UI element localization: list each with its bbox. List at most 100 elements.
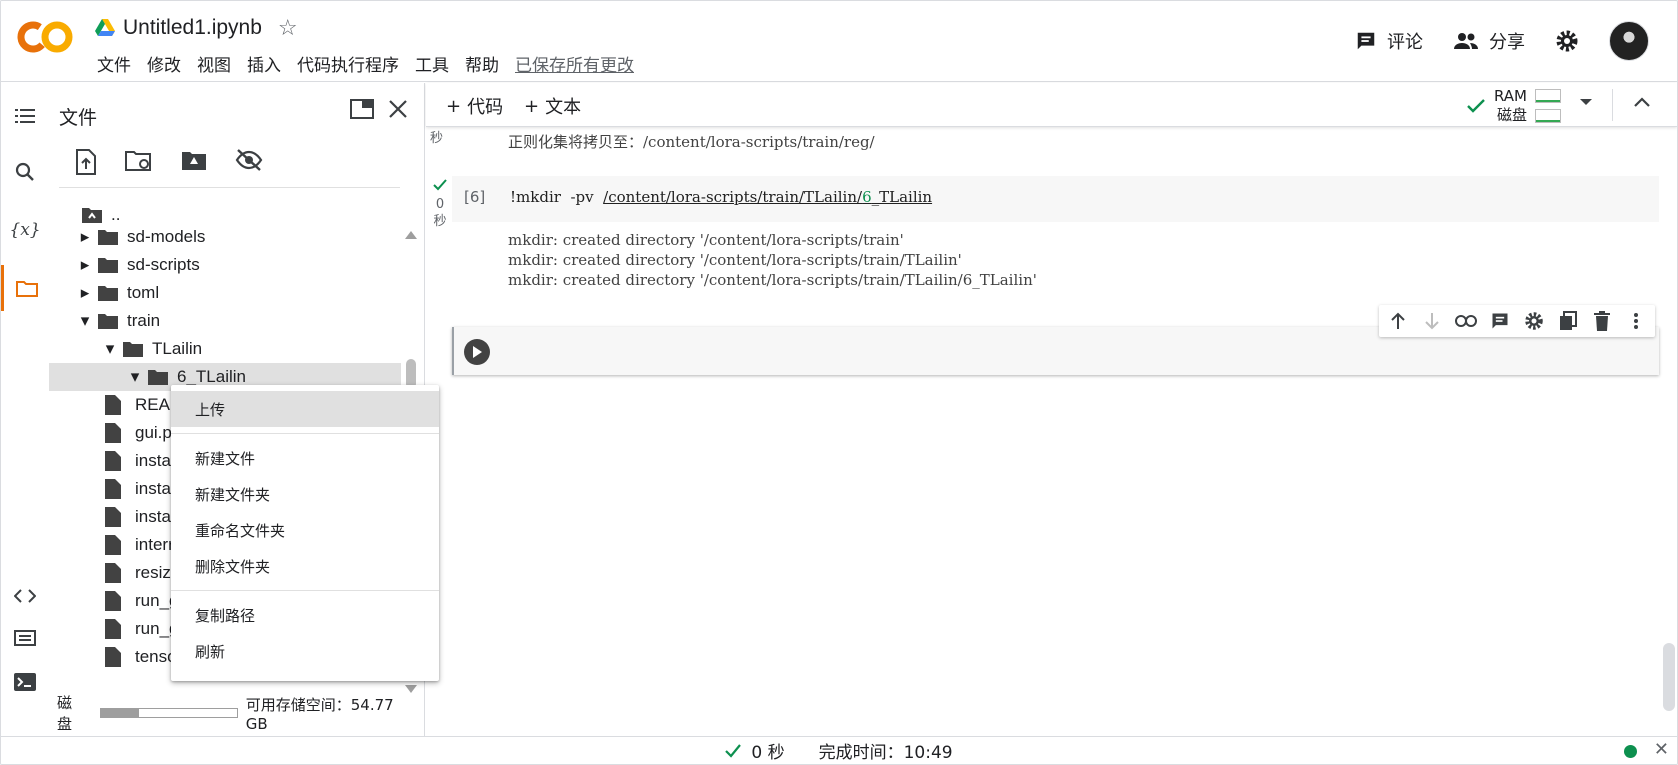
exec-time-unit: 秒 <box>433 214 447 229</box>
ram-bar <box>1535 89 1561 103</box>
exec-time: 0 <box>435 197 445 212</box>
mirror-cell-icon[interactable] <box>1553 307 1583 335</box>
tree-item-tlailin[interactable]: ▾ TLailin <box>104 335 401 363</box>
ctx-delete-folder[interactable]: 删除文件夹 <box>171 548 439 584</box>
search-button[interactable] <box>1 149 49 195</box>
user-avatar[interactable] <box>1609 21 1649 61</box>
output-line: mkdir: created directory '/content/lora-… <box>508 231 904 249</box>
keyboard-icon <box>14 630 36 646</box>
add-text-button[interactable]: + 文本 <box>524 93 581 119</box>
google-drive-icon <box>95 19 115 36</box>
refresh-folder-icon[interactable] <box>125 149 153 173</box>
gear-icon <box>1556 30 1578 52</box>
ctx-new-folder[interactable]: 新建文件夹 <box>171 476 439 512</box>
check-icon <box>433 179 447 191</box>
delete-icon[interactable] <box>1587 307 1617 335</box>
folder-icon <box>15 281 38 297</box>
tree-item-sd-scripts[interactable]: ▸ sd-scripts <box>79 251 401 279</box>
chevron-down-icon[interactable] <box>1579 97 1593 107</box>
tree-item-sd-models[interactable]: ▸ sd-models <box>79 223 401 251</box>
cell-code[interactable]: !mkdir -pv /content/lora-scripts/train/T… <box>510 188 932 206</box>
table-of-contents-button[interactable] <box>1 93 49 139</box>
status-bar: 0 秒 完成时间：10:49 ✕ <box>1 736 1677 764</box>
panel-divider <box>59 187 400 188</box>
caret-right-icon[interactable]: ▸ <box>79 283 91 303</box>
code-path-end: _TLailin <box>871 188 933 206</box>
play-icon <box>473 346 482 358</box>
save-status-link[interactable]: 已保存所有更改 <box>507 51 642 76</box>
tree-item-label: toml <box>127 283 160 302</box>
more-vert-icon[interactable] <box>1621 307 1651 335</box>
notebook-scrollbar-thumb[interactable] <box>1663 643 1675 711</box>
chevron-up-icon[interactable] <box>1633 95 1651 109</box>
upload-file-icon[interactable] <box>75 149 97 175</box>
folder-icon <box>122 339 144 359</box>
disk-resource-bar <box>1535 109 1561 123</box>
file-icon <box>105 479 127 499</box>
command-palette-button[interactable] <box>1 615 49 661</box>
tree-item-toml[interactable]: ▸ toml <box>79 279 401 307</box>
terminal-button[interactable] <box>1 659 49 705</box>
code-snippets-button[interactable] <box>1 573 49 619</box>
notebook-toolbar: + 代码 + 文本 RAM 磁盘 <box>426 83 1677 127</box>
gear-icon[interactable] <box>1519 307 1549 335</box>
status-completed: 完成时间：10:49 <box>818 743 953 763</box>
comment-button[interactable]: 评论 <box>1355 28 1423 54</box>
move-down-icon[interactable] <box>1417 307 1447 335</box>
scroll-down-arrow-icon[interactable] <box>405 685 417 693</box>
ctx-copy-path[interactable]: 复制路径 <box>171 597 439 633</box>
menu-file[interactable]: 文件 <box>89 51 139 76</box>
disk-usage: 磁盘 可用存储空间：54.77 GB <box>57 694 417 733</box>
caret-down-icon[interactable]: ▾ <box>79 311 91 331</box>
notebook-area: + 代码 + 文本 RAM 磁盘 秒 正则化集将拷贝至：/content/lor… <box>426 83 1677 738</box>
settings-button[interactable] <box>1555 29 1579 53</box>
notebook-title[interactable]: Untitled1.ipynb <box>123 16 262 40</box>
cell-toolbar <box>1379 305 1655 337</box>
ctx-upload[interactable]: 上传 <box>171 391 439 427</box>
variables-icon: {x} <box>9 220 41 240</box>
close-icon[interactable]: ✕ <box>1654 739 1669 760</box>
move-up-icon[interactable] <box>1383 307 1413 335</box>
scroll-up-arrow-icon[interactable] <box>405 231 417 239</box>
hide-files-icon[interactable] <box>235 149 263 171</box>
code-path: /content/lora-scripts/train/TLailin/6_TL… <box>603 188 932 206</box>
menu-edit[interactable]: 修改 <box>139 51 189 76</box>
menu-help[interactable]: 帮助 <box>457 51 507 76</box>
share-button[interactable]: 分享 <box>1453 28 1525 54</box>
mount-drive-icon[interactable] <box>181 149 207 171</box>
menu-runtime[interactable]: 代码执行程序 <box>289 51 407 76</box>
disk-usage-bar <box>100 708 238 718</box>
menu-insert[interactable]: 插入 <box>239 51 289 76</box>
caret-down-icon[interactable]: ▾ <box>129 367 141 387</box>
plus-icon: + <box>524 95 540 117</box>
colab-logo[interactable] <box>17 19 73 55</box>
caret-right-icon[interactable]: ▸ <box>79 255 91 275</box>
file-icon <box>105 423 127 443</box>
close-icon[interactable] <box>388 99 408 119</box>
caret-right-icon[interactable]: ▸ <box>79 227 91 247</box>
ctx-new-file[interactable]: 新建文件 <box>171 440 439 476</box>
tree-item-train[interactable]: ▾ train <box>79 307 401 335</box>
comment-icon[interactable] <box>1485 307 1515 335</box>
variables-button[interactable]: {x} <box>1 207 49 253</box>
menu-tools[interactable]: 工具 <box>407 51 457 76</box>
run-cell-button[interactable] <box>464 339 490 365</box>
file-icon <box>105 563 127 583</box>
code-cell[interactable]: [6] !mkdir -pv /content/lora-scripts/tra… <box>452 176 1659 222</box>
left-rail: {x} <box>1 83 49 738</box>
link-icon[interactable] <box>1451 307 1481 335</box>
files-button[interactable] <box>1 265 49 311</box>
people-icon <box>1454 33 1478 49</box>
file-icon <box>105 591 127 611</box>
open-in-tab-icon[interactable] <box>350 99 374 119</box>
comment-icon <box>1357 32 1375 50</box>
star-icon[interactable]: ☆ <box>278 16 298 41</box>
caret-down-icon[interactable]: ▾ <box>104 339 116 359</box>
ctx-refresh[interactable]: 刷新 <box>171 633 439 669</box>
tree-item-label: TLailin <box>152 339 203 358</box>
menu-view[interactable]: 视图 <box>189 51 239 76</box>
add-code-button[interactable]: + 代码 <box>446 93 503 119</box>
ctx-rename-folder[interactable]: 重命名文件夹 <box>171 512 439 548</box>
resource-monitor[interactable]: RAM 磁盘 <box>1466 87 1561 125</box>
check-icon <box>725 743 742 758</box>
